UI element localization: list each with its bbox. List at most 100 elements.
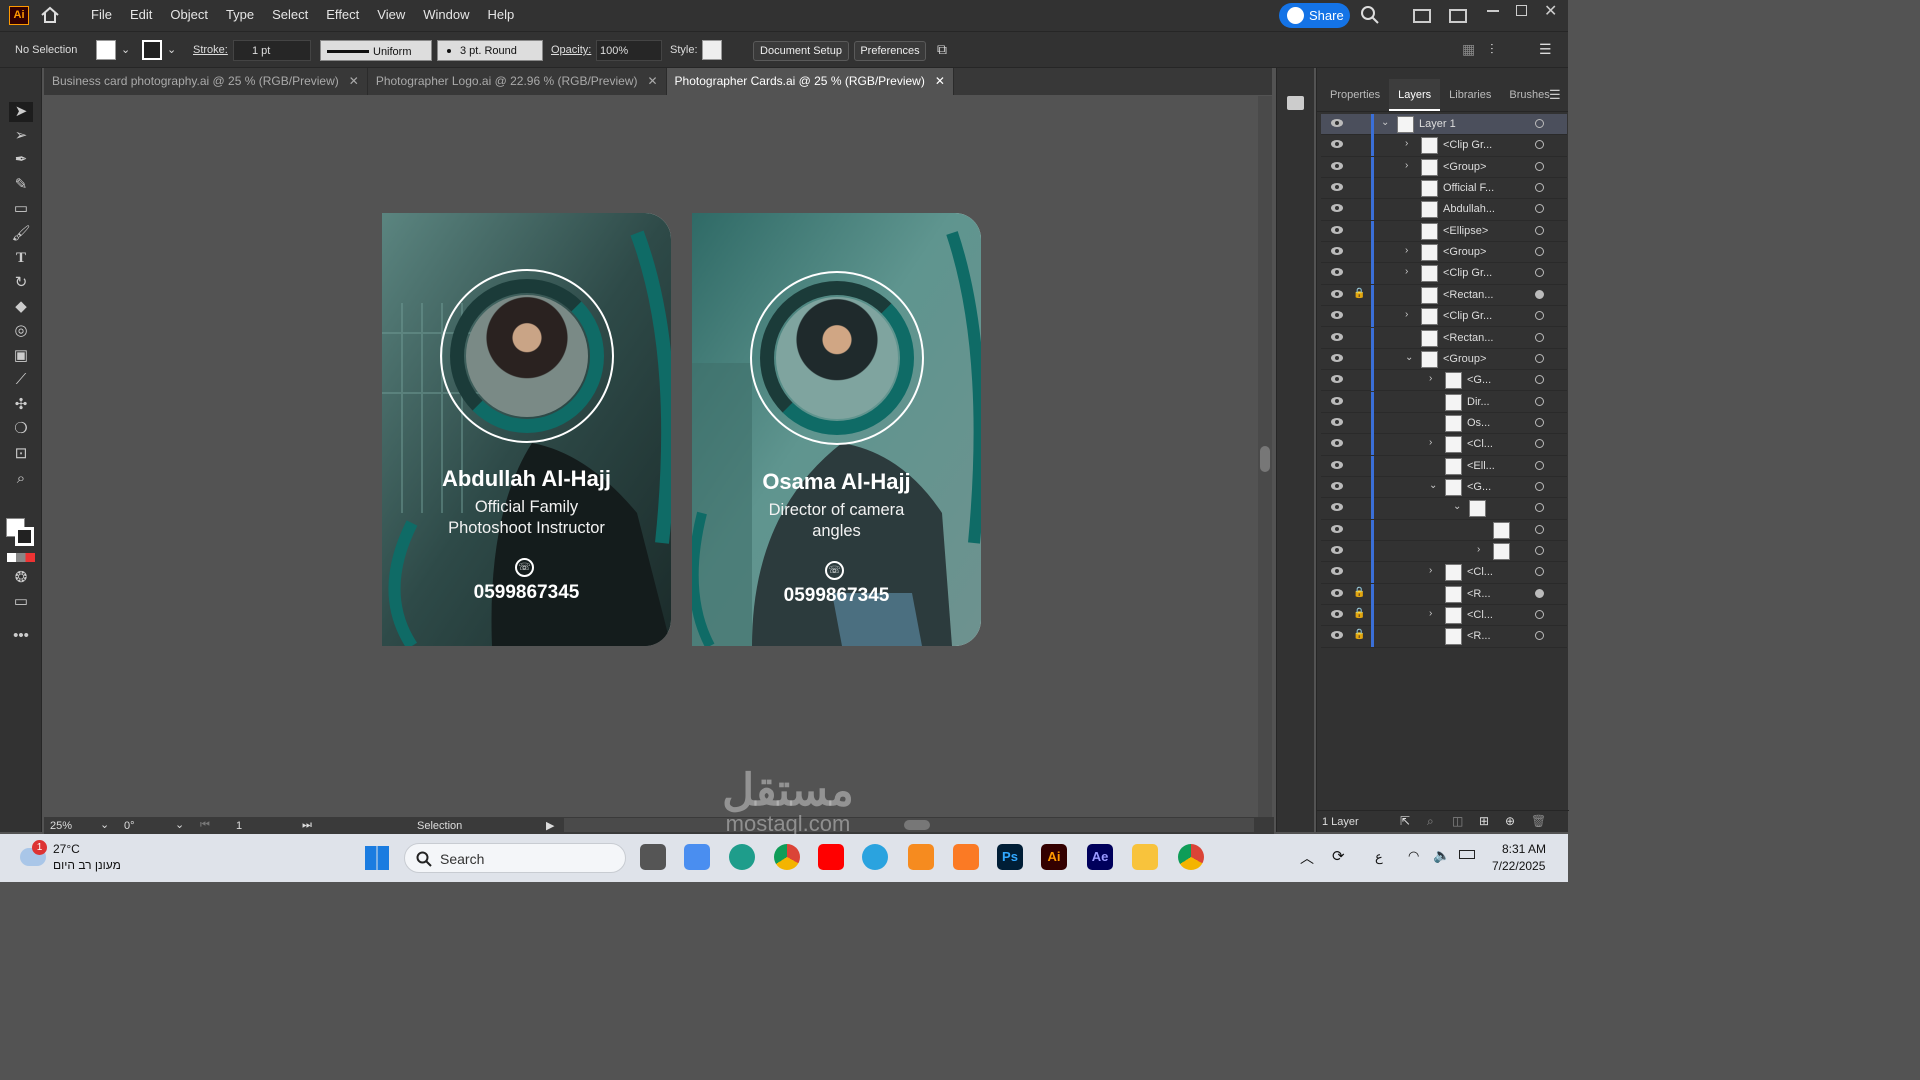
edge-icon[interactable] <box>729 844 755 870</box>
visibility-eye-icon[interactable] <box>1331 631 1343 640</box>
restore-icon[interactable] <box>1516 5 1527 16</box>
delete-layer-icon[interactable]: 🗑 <box>1531 814 1546 828</box>
lock-icon[interactable]: 🔒 <box>1353 288 1365 299</box>
visibility-eye-icon[interactable] <box>1331 353 1343 362</box>
arrange-icon[interactable] <box>1449 9 1467 23</box>
shape-builder-icon[interactable]: ◎ <box>9 321 33 341</box>
lock-icon[interactable]: 🔒 <box>1353 608 1365 619</box>
visibility-eye-icon[interactable] <box>1331 567 1343 576</box>
share-button[interactable]: Share <box>1279 3 1350 28</box>
visibility-eye-icon[interactable] <box>1331 183 1343 192</box>
chrome-profile-icon[interactable] <box>1178 844 1204 870</box>
chevron-down-icon[interactable]: ⌄ <box>1405 352 1413 363</box>
zoom-level[interactable]: 25% <box>50 820 72 832</box>
chrome-icon[interactable] <box>774 844 800 870</box>
minimize-icon[interactable] <box>1487 10 1499 12</box>
artboard-card-2[interactable]: Osama Al-Hajj Director of camera angles … <box>692 213 981 646</box>
align-icon[interactable]: ▦ <box>1462 41 1475 58</box>
target-icon[interactable] <box>1535 503 1544 513</box>
rotate-tool-icon[interactable]: ↻ <box>9 273 33 293</box>
photoshop-icon[interactable]: Ps <box>997 844 1023 870</box>
pen-tool-icon[interactable]: ✒ <box>9 150 33 170</box>
visibility-eye-icon[interactable] <box>1331 503 1343 512</box>
screen-mode-icon[interactable]: ▭ <box>9 592 33 612</box>
visibility-eye-icon[interactable] <box>1331 225 1343 234</box>
stroke-swatch[interactable] <box>142 40 162 60</box>
close-tab-icon[interactable]: ✕ <box>935 68 945 95</box>
layer-row[interactable]: ⌄ Layer 1 <box>1321 114 1567 136</box>
scroll-thumb[interactable] <box>1260 446 1270 472</box>
more-tools-icon[interactable]: ••• <box>9 626 33 646</box>
fill-swatch[interactable] <box>96 40 116 60</box>
layer-row[interactable]: › <Cl... <box>1321 434 1567 456</box>
visibility-eye-icon[interactable] <box>1331 439 1343 448</box>
vertical-scrollbar[interactable] <box>1258 96 1272 817</box>
document-tab[interactable]: Photographer Cards.ai @ 25 % (RGB/Previe… <box>666 68 954 95</box>
clock-time[interactable]: 8:31 AM <box>1502 842 1546 856</box>
search-icon[interactable] <box>1361 6 1379 24</box>
stroke-color-icon[interactable] <box>15 527 34 546</box>
home-icon[interactable] <box>40 6 60 24</box>
chevron-right-icon[interactable]: › <box>1429 373 1432 384</box>
close-icon[interactable]: ✕ <box>1544 1 1557 21</box>
layer-row[interactable]: <Ell... <box>1321 455 1567 477</box>
menu-item-file[interactable]: File <box>82 7 121 22</box>
visibility-eye-icon[interactable] <box>1331 247 1343 256</box>
visibility-eye-icon[interactable] <box>1331 332 1343 341</box>
chevron-right-icon[interactable]: › <box>1405 160 1408 171</box>
search-box[interactable]: Search <box>404 843 626 873</box>
after-effects-icon[interactable]: Ae <box>1087 844 1113 870</box>
chevron-right-icon[interactable]: › <box>1429 608 1432 619</box>
target-icon[interactable] <box>1535 524 1544 534</box>
close-tab-icon[interactable]: ✕ <box>349 68 359 95</box>
export-icon[interactable]: ⇱ <box>1400 814 1410 828</box>
target-icon[interactable] <box>1535 225 1544 235</box>
layer-row[interactable]: 🔒 <Rectan... <box>1321 284 1567 307</box>
document-tab[interactable]: Photographer Logo.ai @ 22.96 % (RGB/Prev… <box>368 68 667 95</box>
layer-row[interactable]: Dir... <box>1321 391 1567 413</box>
visibility-eye-icon[interactable] <box>1331 311 1343 320</box>
visibility-eye-icon[interactable] <box>1331 119 1343 127</box>
volume-icon[interactable]: 🔈 <box>1433 847 1450 864</box>
locate-object-icon[interactable]: ⌕ <box>1427 814 1434 829</box>
target-icon[interactable] <box>1535 375 1544 385</box>
chevron-down-icon[interactable]: ⌄ <box>175 818 184 831</box>
chevron-down-icon[interactable]: ⌄ <box>121 43 130 56</box>
stroke-profile-dropdown[interactable]: Uniform <box>320 40 432 61</box>
zoom-tool-icon[interactable]: ⌕ <box>9 469 33 489</box>
menu-item-view[interactable]: View <box>368 7 414 22</box>
chevron-up-icon[interactable]: ︿ <box>1300 848 1314 868</box>
artboard-number[interactable]: 1 <box>236 820 242 832</box>
layer-row[interactable]: Os... <box>1321 412 1567 435</box>
brush-dropdown[interactable]: 3 pt. Round <box>437 40 543 61</box>
target-icon[interactable] <box>1535 567 1544 577</box>
blend-tool-icon[interactable]: ❍ <box>9 419 33 439</box>
chevron-right-icon[interactable]: › <box>1405 266 1408 277</box>
visibility-eye-icon[interactable] <box>1331 460 1343 469</box>
language-indicator[interactable]: ع <box>1375 849 1383 865</box>
make-clipping-mask-icon[interactable]: ◫ <box>1452 814 1463 828</box>
chevron-right-icon[interactable]: › <box>1477 544 1480 555</box>
eyedropper-icon[interactable]: ⟋ <box>9 370 33 390</box>
menu-item-type[interactable]: Type <box>217 7 263 22</box>
new-layer-icon[interactable]: ⊕ <box>1505 814 1515 828</box>
panel-options-icon[interactable]: ☰ <box>1549 87 1561 103</box>
new-sublayer-icon[interactable]: ⊞ <box>1479 814 1489 828</box>
chevron-right-icon[interactable]: › <box>1405 309 1408 320</box>
rotation-value[interactable]: 0° <box>124 820 135 832</box>
visibility-eye-icon[interactable] <box>1331 161 1343 170</box>
document-setup-button[interactable]: Document Setup <box>753 41 849 61</box>
preferences-button[interactable]: Preferences <box>854 41 926 61</box>
youtube-icon[interactable] <box>818 844 844 870</box>
last-artboard-icon[interactable]: ⏭ <box>302 819 312 832</box>
visibility-eye-icon[interactable] <box>1331 396 1343 405</box>
visibility-eye-icon[interactable] <box>1331 375 1343 384</box>
menu-item-window[interactable]: Window <box>414 7 478 22</box>
target-icon[interactable] <box>1535 332 1544 342</box>
target-icon[interactable] <box>1535 417 1544 427</box>
chevron-down-icon[interactable]: ⌄ <box>1429 480 1437 491</box>
panel-tab-properties[interactable]: Properties <box>1321 79 1389 111</box>
layer-row[interactable]: › <Group> <box>1321 156 1567 178</box>
layer-row[interactable]: ⌄ <G... <box>1321 476 1567 499</box>
stroke-weight-field[interactable]: 1 pt <box>233 40 311 61</box>
